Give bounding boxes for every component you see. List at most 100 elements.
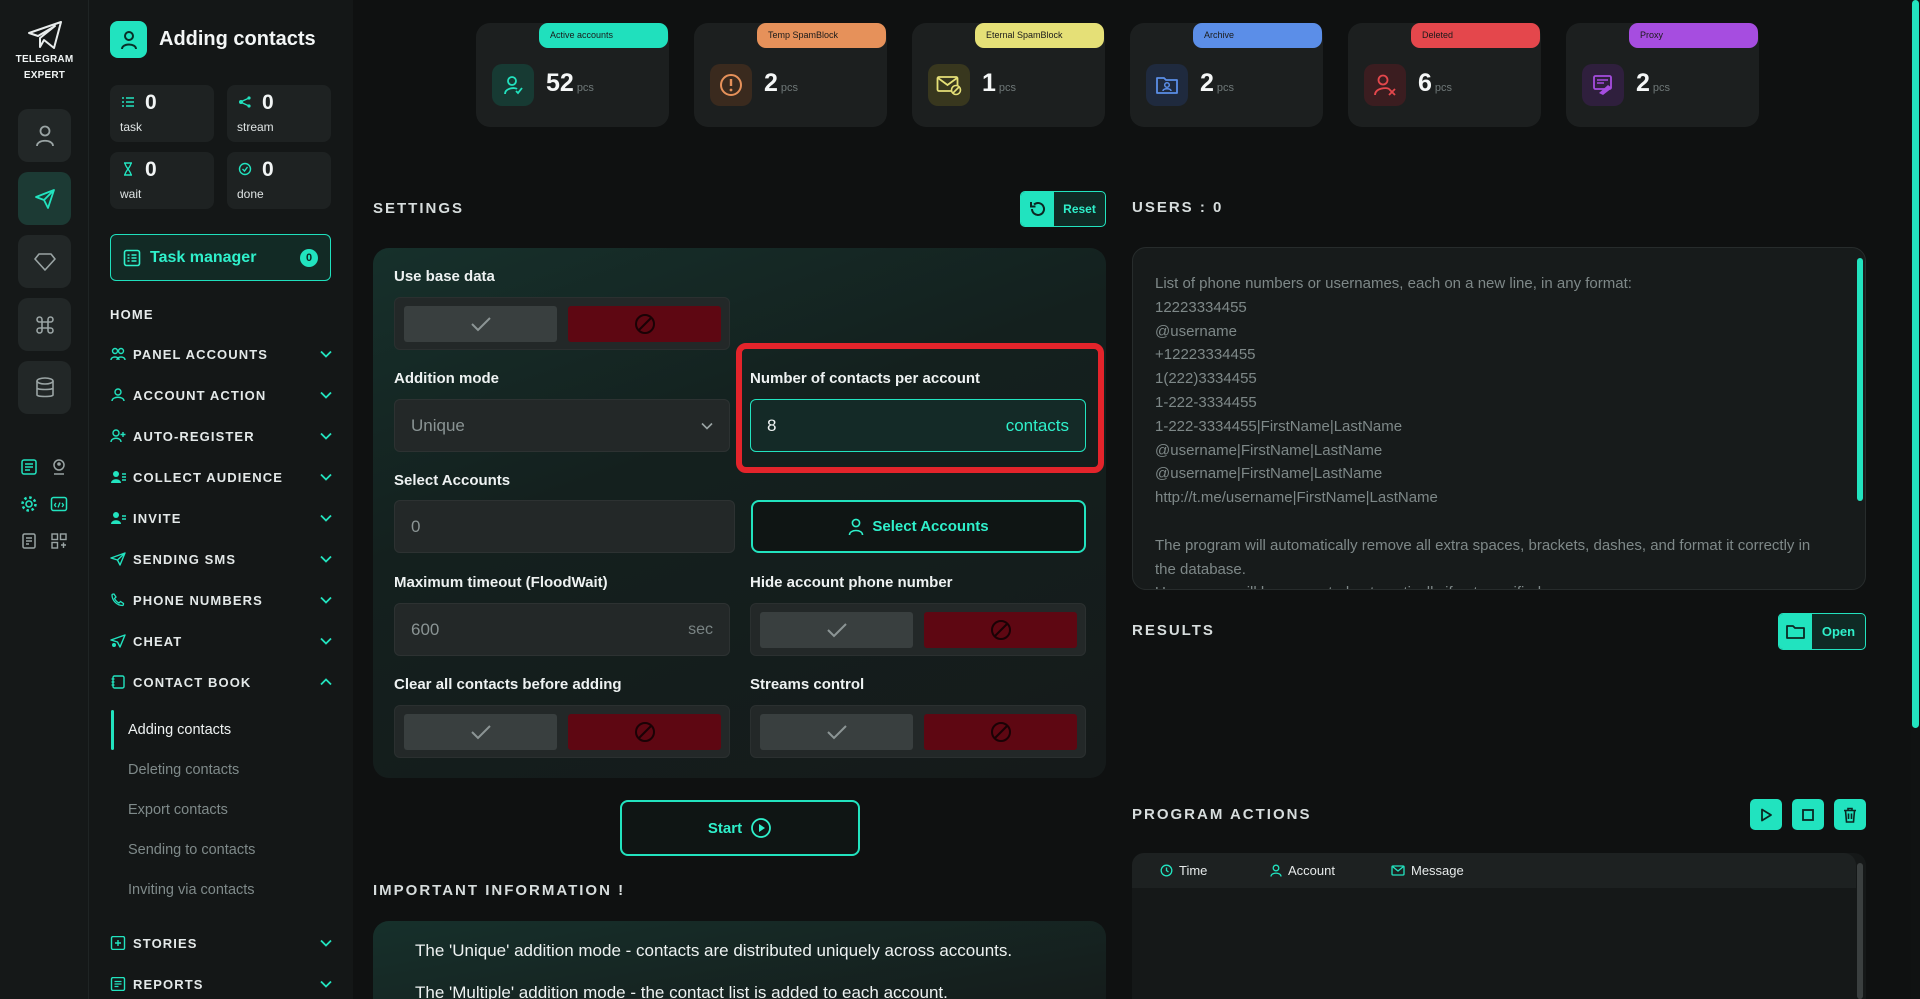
nav-cheat[interactable]: CHEAT	[110, 630, 332, 652]
rail-premium-button[interactable]	[18, 235, 71, 288]
checkmark-icon	[470, 317, 491, 332]
reset-label: Reset	[1063, 202, 1096, 216]
card-proxy[interactable]: Proxy 2 pcs	[1566, 23, 1759, 127]
card-badge: Archive	[1193, 23, 1322, 48]
hide-phone-toggle[interactable]	[750, 603, 1086, 656]
toggle-off-option[interactable]	[924, 714, 1077, 750]
clear-contacts-toggle[interactable]	[394, 705, 730, 758]
task-manager-icon	[123, 249, 141, 266]
sub-deleting-contacts[interactable]: Deleting contacts	[128, 762, 239, 778]
stat-done-value: 0	[262, 158, 274, 181]
rail-log-list-button[interactable]	[18, 456, 40, 478]
rail-database-button[interactable]	[18, 361, 71, 414]
sub-sending-to-contacts[interactable]: Sending to contacts	[128, 842, 255, 858]
rail-code-button[interactable]	[48, 493, 70, 515]
nav-auto-register-label: AUTO-REGISTER	[133, 428, 255, 444]
nav-phone-numbers[interactable]: PHONE NUMBERS	[110, 589, 332, 611]
toggle-off-option[interactable]	[568, 306, 721, 342]
nav-sending-sms[interactable]: SENDING SMS	[110, 548, 332, 570]
card-temp-spamblock[interactable]: Temp SpamBlock 2 pcs	[694, 23, 887, 127]
chevron-down-icon	[320, 939, 332, 947]
chevron-down-icon	[320, 514, 332, 522]
use-base-data-toggle[interactable]	[394, 297, 730, 350]
max-timeout-unit: sec	[688, 620, 713, 638]
contacts-unit: contacts	[1005, 415, 1069, 435]
rail-notes-button[interactable]	[18, 530, 40, 552]
nav-stories[interactable]: STORIES	[110, 932, 332, 954]
nav-home[interactable]: HOME	[110, 307, 154, 322]
task-manager-button[interactable]: Task manager 0	[110, 234, 331, 281]
select-accounts-button[interactable]: Select Accounts	[751, 500, 1086, 553]
selected-accounts-count-field[interactable]: 0	[394, 500, 735, 553]
open-results-button[interactable]: Open	[1778, 613, 1866, 650]
stop-button[interactable]	[1792, 799, 1824, 830]
toggle-on-option[interactable]	[404, 306, 557, 342]
clear-contacts-label: Clear all contacts before adding	[394, 676, 622, 693]
sub-inviting-via-contacts[interactable]: Inviting via contacts	[128, 882, 255, 898]
task-manager-label: Task manager	[150, 248, 257, 266]
card-eternal-spamblock[interactable]: Eternal SpamBlock 1 pcs	[912, 23, 1105, 127]
nav-contact-book[interactable]: CONTACT BOOK	[110, 671, 332, 693]
contact-user-icon	[110, 21, 147, 58]
page-scrollbar-thumb[interactable]	[1912, 0, 1919, 728]
streams-control-toggle[interactable]	[750, 705, 1086, 758]
important-info-box: The 'Unique' addition mode - contacts ar…	[373, 921, 1106, 999]
nav-collect-audience[interactable]: COLLECT AUDIENCE	[110, 466, 332, 488]
checkmark-icon	[826, 725, 847, 740]
active-sub-indicator	[111, 710, 114, 750]
log-col-message[interactable]: Message	[1391, 863, 1464, 878]
stat-stream: 0 stream	[227, 85, 331, 142]
nav-auto-register[interactable]: AUTO-REGISTER	[110, 425, 332, 447]
clear-log-button[interactable]	[1834, 799, 1866, 830]
log-col-account[interactable]: Account	[1270, 863, 1335, 878]
stat-wait-label: wait	[120, 187, 142, 201]
app-window: TELEGRAM EXPERT Adding contacts 0 task 0…	[0, 0, 1920, 999]
trash-icon	[1844, 807, 1856, 823]
contacts-per-account-input[interactable]: 8 contacts	[750, 399, 1086, 452]
toggle-off-option[interactable]	[924, 612, 1077, 648]
toggle-on-option[interactable]	[760, 612, 913, 648]
log-scrollbar[interactable]	[1857, 863, 1863, 999]
max-timeout-input[interactable]: 600 sec	[394, 603, 730, 656]
icon-rail: TELEGRAM EXPERT	[0, 0, 89, 999]
brand-logo[interactable]: TELEGRAM EXPERT	[10, 20, 79, 82]
users-textarea[interactable]: List of phone numbers or usernames, each…	[1132, 247, 1866, 590]
nav-account-action[interactable]: ACCOUNT ACTION	[110, 384, 332, 406]
play-button[interactable]	[1750, 799, 1782, 830]
addition-mode-select[interactable]: Unique	[394, 399, 730, 452]
toggle-on-option[interactable]	[760, 714, 913, 750]
toggle-off-option[interactable]	[568, 714, 721, 750]
card-archive[interactable]: Archive 2 pcs	[1130, 23, 1323, 127]
chevron-down-icon	[320, 637, 332, 645]
sub-adding-contacts[interactable]: Adding contacts	[128, 722, 231, 738]
nav-panel-accounts[interactable]: PANEL ACCOUNTS	[110, 343, 332, 365]
nav-reports[interactable]: REPORTS	[110, 973, 332, 995]
info-line-unique: The 'Unique' addition mode - contacts ar…	[415, 941, 1013, 960]
rail-location-button[interactable]	[48, 456, 70, 478]
rail-accounts-button[interactable]	[18, 109, 71, 162]
card-active-accounts[interactable]: Active accounts 52 pcs	[476, 23, 669, 127]
apps-grid-icon	[51, 533, 67, 549]
audience-icon	[111, 471, 126, 483]
card-deleted[interactable]: Deleted 6 pcs	[1348, 23, 1541, 127]
list-icon	[21, 459, 37, 475]
users-scrollbar[interactable]	[1857, 258, 1863, 501]
toggle-on-option[interactable]	[404, 714, 557, 750]
start-button[interactable]: Start	[620, 800, 860, 856]
nav-invite[interactable]: INVITE	[110, 507, 332, 529]
stat-task-value: 0	[145, 91, 157, 114]
user-plus-icon	[110, 429, 126, 443]
card-badge: Proxy	[1629, 23, 1758, 48]
rail-settings-button[interactable]	[18, 493, 40, 515]
log-col-time[interactable]: Time	[1160, 863, 1207, 878]
page-title: Adding contacts	[159, 28, 316, 50]
card-value: 2 pcs	[1200, 69, 1235, 97]
reset-button[interactable]: Reset	[1020, 191, 1106, 227]
rail-apps-button[interactable]	[48, 530, 70, 552]
use-base-data-label: Use base data	[394, 268, 495, 285]
sub-export-contacts[interactable]: Export contacts	[128, 802, 228, 818]
page-scrollbar[interactable]	[1911, 0, 1920, 999]
rail-telegram-button[interactable]	[18, 172, 71, 225]
max-timeout-label: Maximum timeout (FloodWait)	[394, 574, 608, 591]
rail-command-button[interactable]	[18, 298, 71, 351]
